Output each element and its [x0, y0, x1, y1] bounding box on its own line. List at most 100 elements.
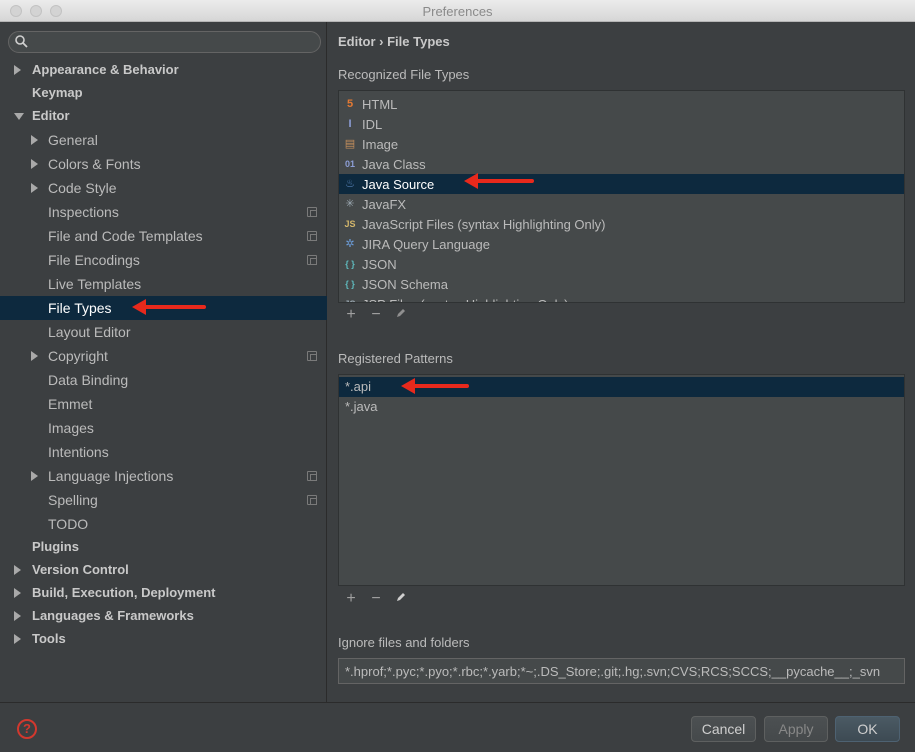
- sidebar-item-data-binding[interactable]: Data Binding: [0, 368, 327, 392]
- sidebar-item-label: Colors & Fonts: [48, 156, 141, 172]
- collapsed-arrow-icon[interactable]: [14, 65, 21, 75]
- settings-sidebar: Appearance & Behavior Keymap Editor General…: [0, 22, 327, 702]
- registered-patterns-list[interactable]: *.api *.java: [338, 374, 905, 586]
- pattern-row[interactable]: *.java: [339, 397, 904, 417]
- project-settings-icon: [307, 351, 317, 361]
- sidebar-item-label: Intentions: [48, 444, 109, 460]
- edit-pattern-button[interactable]: [393, 591, 409, 607]
- file-type-name: JSON Schema: [362, 277, 448, 292]
- collapsed-arrow-icon[interactable]: [31, 471, 38, 481]
- sidebar-item-languages-frameworks[interactable]: Languages & Frameworks: [0, 604, 327, 628]
- sidebar-item-label: Languages & Frameworks: [32, 608, 194, 623]
- file-type-row[interactable]: ▤ Image: [339, 134, 904, 154]
- sidebar-item-label: TODO: [48, 516, 89, 532]
- sidebar-item-images[interactable]: Images: [0, 416, 327, 440]
- collapsed-arrow-icon[interactable]: [31, 159, 38, 169]
- sidebar-item-label: File Encodings: [48, 252, 140, 268]
- add-pattern-button[interactable]: +: [343, 591, 359, 607]
- file-type-row[interactable]: JS JSP Files (syntax Highlighting Only): [339, 294, 904, 302]
- sidebar-item-file-and-code-templates[interactable]: File and Code Templates: [0, 224, 327, 248]
- file-type-name: JIRA Query Language: [362, 237, 490, 252]
- ignore-files-label: Ignore files and folders: [338, 635, 470, 650]
- idl-file-icon: I: [348, 118, 352, 130]
- sidebar-item-label: Appearance & Behavior: [32, 62, 179, 77]
- remove-file-type-button[interactable]: −: [368, 307, 384, 323]
- sidebar-item-label: Images: [48, 420, 94, 436]
- sidebar-item-label: Code Style: [48, 180, 117, 196]
- collapsed-arrow-icon[interactable]: [14, 565, 21, 575]
- file-type-row[interactable]: I IDL: [339, 114, 904, 134]
- collapsed-arrow-icon[interactable]: [14, 611, 21, 621]
- collapsed-arrow-icon[interactable]: [14, 634, 21, 644]
- file-type-row[interactable]: ✲ JIRA Query Language: [339, 234, 904, 254]
- sidebar-item-label: Language Injections: [48, 468, 174, 484]
- ok-button[interactable]: OK: [835, 716, 900, 742]
- collapsed-arrow-icon[interactable]: [31, 135, 38, 145]
- sidebar-item-label: File Types: [48, 300, 112, 316]
- project-settings-icon: [307, 231, 317, 241]
- file-type-row[interactable]: { } JSON Schema: [339, 274, 904, 294]
- window-title: Preferences: [422, 4, 493, 19]
- apply-button[interactable]: Apply: [764, 716, 828, 742]
- javascript-file-icon: JS: [344, 219, 356, 229]
- collapsed-arrow-icon[interactable]: [14, 588, 21, 598]
- project-settings-icon: [307, 471, 317, 481]
- sidebar-item-tools[interactable]: Tools: [0, 627, 327, 651]
- recognized-file-types-list[interactable]: 5 HTML I IDL ▤ Image 01 Java Class ♨ Java Source ✳…: [338, 90, 905, 303]
- collapsed-arrow-icon[interactable]: [31, 183, 38, 193]
- breadcrumb: Editor › File Types: [338, 34, 450, 49]
- sidebar-item-code-style[interactable]: Code Style: [0, 176, 327, 200]
- sidebar-item-label: Data Binding: [48, 372, 129, 388]
- file-type-row[interactable]: ♨ Java Source: [339, 174, 904, 194]
- annotation-arrow-api-pattern: [401, 378, 469, 394]
- window-titlebar: Preferences: [0, 0, 915, 22]
- pattern-value: *.api: [345, 379, 372, 394]
- sidebar-item-todo[interactable]: TODO: [0, 512, 327, 536]
- file-type-row[interactable]: ✳ JavaFX: [339, 194, 904, 214]
- file-type-name: JavaScript Files (syntax Highlighting On…: [362, 217, 606, 232]
- ignore-files-input[interactable]: *.hprof;*.pyc;*.pyo;*.rbc;*.yarb;*~;.DS_…: [338, 658, 905, 684]
- sidebar-item-label: Tools: [32, 631, 66, 646]
- file-type-name: JSP Files (syntax Highlighting Only): [362, 297, 568, 302]
- file-type-row[interactable]: { } JSON: [339, 254, 904, 274]
- file-type-row[interactable]: 5 HTML: [339, 94, 904, 114]
- sidebar-item-spelling[interactable]: Spelling: [0, 488, 327, 512]
- sidebar-item-layout-editor[interactable]: Layout Editor: [0, 320, 327, 344]
- sidebar-item-inspections[interactable]: Inspections: [0, 200, 327, 224]
- sidebar-item-version-control[interactable]: Version Control: [0, 558, 327, 582]
- sidebar-item-intentions[interactable]: Intentions: [0, 440, 327, 464]
- file-type-name: Image: [362, 137, 399, 152]
- sidebar-item-build-execution-deployment[interactable]: Build, Execution, Deployment: [0, 581, 327, 605]
- add-file-type-button[interactable]: +: [343, 307, 359, 323]
- json-file-icon: { }: [345, 259, 355, 269]
- expanded-arrow-icon[interactable]: [14, 113, 24, 120]
- search-input[interactable]: [8, 31, 321, 53]
- dialog-button-bar: ? Cancel Apply OK: [0, 702, 915, 752]
- file-type-row[interactable]: 01 Java Class: [339, 154, 904, 174]
- file-type-name: HTML: [362, 97, 398, 112]
- sidebar-item-keymap[interactable]: Keymap: [0, 81, 327, 105]
- sidebar-item-editor[interactable]: Editor: [0, 104, 327, 128]
- help-button[interactable]: ?: [17, 719, 37, 739]
- sidebar-item-live-templates[interactable]: Live Templates: [0, 272, 327, 296]
- project-settings-icon: [307, 255, 317, 265]
- sidebar-item-label: Emmet: [48, 396, 93, 412]
- sidebar-item-appearance-behavior[interactable]: Appearance & Behavior: [0, 58, 327, 82]
- collapsed-arrow-icon[interactable]: [31, 351, 38, 361]
- file-type-name: IDL: [362, 117, 383, 132]
- sidebar-item-file-encodings[interactable]: File Encodings: [0, 248, 327, 272]
- sidebar-item-label: Build, Execution, Deployment: [32, 585, 216, 600]
- remove-pattern-button[interactable]: −: [368, 591, 384, 607]
- cancel-button[interactable]: Cancel: [691, 716, 756, 742]
- sidebar-item-copyright[interactable]: Copyright: [0, 344, 327, 368]
- java-class-file-icon: 01: [344, 159, 355, 169]
- edit-file-type-button[interactable]: [393, 307, 409, 323]
- sidebar-item-general[interactable]: General: [0, 128, 327, 152]
- sidebar-item-language-injections[interactable]: Language Injections: [0, 464, 327, 488]
- jsp-file-icon: JS: [343, 297, 357, 302]
- sidebar-item-emmet[interactable]: Emmet: [0, 392, 327, 416]
- file-type-row[interactable]: JS JavaScript Files (syntax Highlighting …: [339, 214, 904, 234]
- sidebar-item-colors-fonts[interactable]: Colors & Fonts: [0, 152, 327, 176]
- sidebar-item-label: Live Templates: [48, 276, 142, 292]
- sidebar-item-plugins[interactable]: Plugins: [0, 535, 327, 559]
